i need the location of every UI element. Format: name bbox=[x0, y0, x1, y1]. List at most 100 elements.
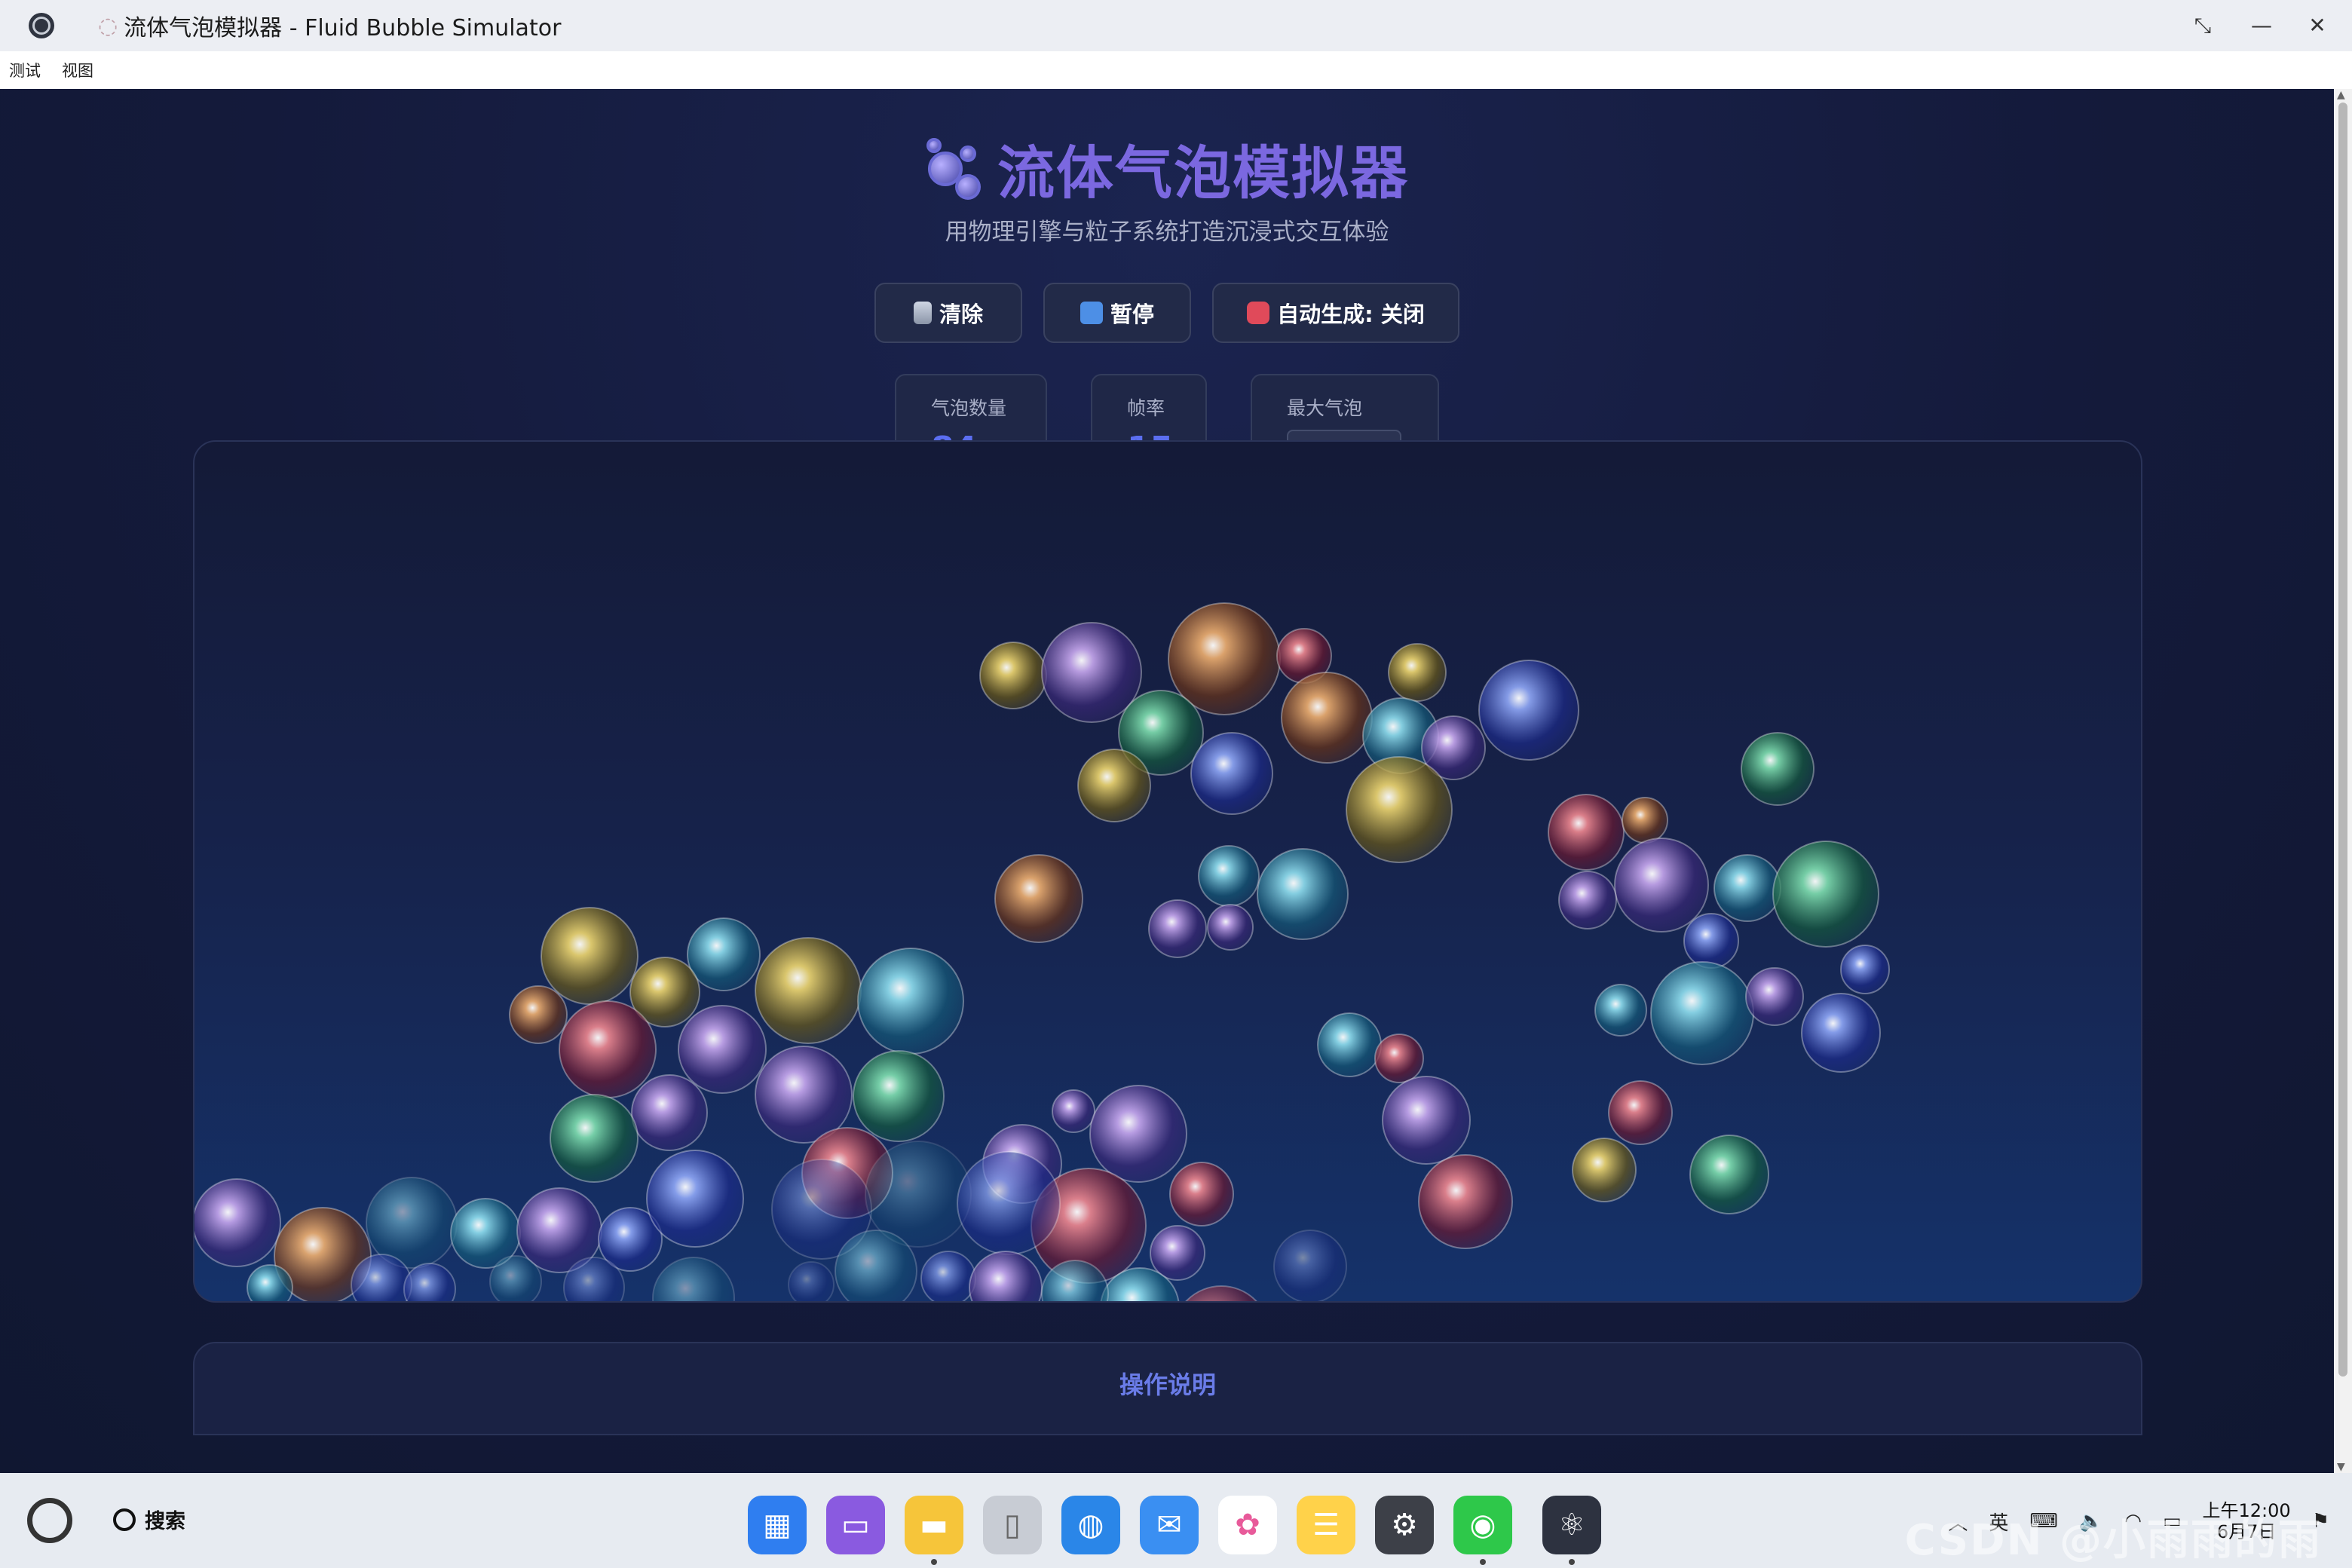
bubble[interactable] bbox=[509, 985, 568, 1044]
bubble[interactable] bbox=[853, 1050, 945, 1142]
bubble[interactable] bbox=[1198, 845, 1260, 907]
bubble[interactable] bbox=[1207, 904, 1254, 951]
bubble[interactable] bbox=[631, 1074, 708, 1151]
vertical-scrollbar[interactable]: ▲ ▼ bbox=[2334, 89, 2352, 1473]
trash-icon[interactable]: ▯ bbox=[983, 1496, 1042, 1554]
bubble[interactable] bbox=[1745, 967, 1804, 1026]
bubble[interactable] bbox=[652, 1257, 735, 1301]
scroll-up-icon[interactable]: ▲ bbox=[2337, 89, 2345, 101]
notes-icon[interactable]: ☰ bbox=[1297, 1496, 1355, 1554]
clear-button-label: 清除 bbox=[939, 302, 983, 327]
bubble[interactable] bbox=[957, 1151, 1061, 1255]
bubble[interactable] bbox=[1317, 1012, 1382, 1077]
bubble[interactable] bbox=[920, 1251, 976, 1301]
bubble[interactable] bbox=[994, 854, 1083, 943]
browser-icon[interactable]: ◍ bbox=[1061, 1496, 1120, 1554]
bubble[interactable] bbox=[1608, 1080, 1673, 1145]
bubble[interactable] bbox=[1257, 848, 1349, 940]
settings-icon[interactable]: ⚙ bbox=[1375, 1496, 1434, 1554]
close-icon[interactable]: ✕ bbox=[2308, 15, 2326, 36]
bubble[interactable] bbox=[541, 907, 639, 1005]
search-icon bbox=[113, 1508, 136, 1531]
wechat-icon[interactable]: ◉ bbox=[1453, 1496, 1512, 1565]
bubble[interactable] bbox=[1801, 993, 1881, 1073]
bubble[interactable] bbox=[835, 1230, 917, 1301]
bubble[interactable] bbox=[857, 948, 964, 1055]
bubble[interactable] bbox=[1713, 854, 1781, 922]
files-icon[interactable]: ▬ bbox=[905, 1496, 963, 1565]
bubble-count-label: 气泡数量 bbox=[931, 397, 1007, 419]
bubble[interactable] bbox=[646, 1150, 744, 1248]
fps-label: 帧率 bbox=[1127, 397, 1165, 419]
pause-button-label: 暂停 bbox=[1110, 302, 1154, 327]
app-header: 流体气泡模拟器 用物理引擎与粒子系统打造沉浸式交互体验 bbox=[0, 127, 2334, 247]
bubble[interactable] bbox=[1478, 660, 1579, 761]
bubble[interactable] bbox=[1374, 1034, 1424, 1083]
bubble[interactable] bbox=[1281, 672, 1373, 764]
page-subtitle: 用物理引擎与粒子系统打造沉浸式交互体验 bbox=[945, 219, 1389, 246]
bubble[interactable] bbox=[550, 1094, 639, 1183]
bubble[interactable] bbox=[1346, 756, 1453, 863]
bubble[interactable] bbox=[1772, 841, 1879, 948]
bubble[interactable] bbox=[1382, 1076, 1471, 1165]
bubble[interactable] bbox=[1689, 1135, 1769, 1214]
bubble[interactable] bbox=[979, 642, 1047, 709]
bubble[interactable] bbox=[1052, 1089, 1095, 1133]
bubble[interactable] bbox=[403, 1263, 456, 1301]
dock: ▦ ▭ ▬ ▯ ◍ ✉ ✿ ☰ ⚙ ◉ ⚛ bbox=[748, 1496, 1601, 1565]
bubble[interactable] bbox=[1683, 913, 1739, 969]
multitask-icon[interactable]: ▭ bbox=[826, 1496, 885, 1554]
start-button-icon[interactable] bbox=[27, 1498, 72, 1543]
auto-generate-toggle[interactable]: 自动生成: 关闭 bbox=[1212, 283, 1459, 343]
start-menu-icon[interactable]: ▦ bbox=[748, 1496, 807, 1554]
bubble[interactable] bbox=[1594, 984, 1647, 1037]
mail-icon[interactable]: ✉ bbox=[1140, 1496, 1199, 1554]
bubble[interactable] bbox=[1388, 643, 1447, 702]
bubble[interactable] bbox=[489, 1255, 542, 1301]
watermark: CSDN @小雨雨的雨 bbox=[1904, 1516, 2322, 1565]
pause-icon bbox=[1080, 302, 1103, 324]
minimize-icon[interactable]: — bbox=[2251, 15, 2272, 36]
taskbar-search[interactable]: 搜索 bbox=[113, 1505, 185, 1534]
bubble[interactable] bbox=[1173, 1285, 1269, 1301]
bubble[interactable] bbox=[1089, 1085, 1187, 1183]
bubble[interactable] bbox=[1077, 749, 1151, 822]
bubble[interactable] bbox=[969, 1251, 1043, 1301]
menu-item-test[interactable]: 测试 bbox=[9, 59, 41, 81]
bubble[interactable] bbox=[1614, 838, 1709, 933]
bubble[interactable] bbox=[194, 1178, 281, 1267]
bubble[interactable] bbox=[1148, 899, 1207, 958]
menu-bar: 测试 视图 bbox=[0, 51, 2352, 90]
electron-app-icon[interactable]: ⚛ bbox=[1542, 1496, 1601, 1565]
bubble[interactable] bbox=[1169, 1162, 1234, 1227]
bubble-canvas[interactable] bbox=[193, 440, 2142, 1303]
page-title: 流体气泡模拟器 bbox=[997, 139, 1409, 207]
bubble[interactable] bbox=[1418, 1154, 1513, 1249]
restore-icon[interactable]: ⤡ bbox=[2194, 15, 2212, 36]
bubble[interactable] bbox=[1622, 797, 1668, 844]
app-logo-icon bbox=[29, 13, 54, 38]
bubble[interactable] bbox=[1190, 732, 1273, 815]
scroll-down-icon[interactable]: ▼ bbox=[2337, 1461, 2345, 1473]
bubble[interactable] bbox=[1548, 794, 1625, 871]
bubble[interactable] bbox=[687, 917, 761, 991]
bubble[interactable] bbox=[559, 1000, 657, 1098]
taskbar: 搜索 ▦ ▭ ▬ ▯ ◍ ✉ ✿ ☰ ⚙ ◉ ⚛ ︿ 英 ⌨ 🔈 ◠ ▭ 上午1… bbox=[0, 1473, 2352, 1568]
scrollbar-thumb[interactable] bbox=[2338, 103, 2347, 1377]
bubble[interactable] bbox=[1558, 871, 1617, 929]
search-label: 搜索 bbox=[145, 1510, 185, 1533]
bubble[interactable] bbox=[247, 1264, 293, 1301]
bubble[interactable] bbox=[1273, 1230, 1347, 1301]
bubble[interactable] bbox=[1572, 1138, 1637, 1202]
photos-icon[interactable]: ✿ bbox=[1218, 1496, 1277, 1554]
clear-button[interactable]: 清除 bbox=[874, 283, 1022, 343]
menu-item-view[interactable]: 视图 bbox=[62, 59, 93, 81]
pause-button[interactable]: 暂停 bbox=[1043, 283, 1191, 343]
bubble[interactable] bbox=[678, 1005, 767, 1094]
bubble[interactable] bbox=[1650, 961, 1754, 1065]
bubble[interactable] bbox=[1741, 732, 1815, 806]
bubble[interactable] bbox=[788, 1261, 835, 1301]
bubble[interactable] bbox=[755, 937, 862, 1044]
bubble[interactable] bbox=[1840, 945, 1890, 994]
robot-icon bbox=[1247, 302, 1270, 324]
